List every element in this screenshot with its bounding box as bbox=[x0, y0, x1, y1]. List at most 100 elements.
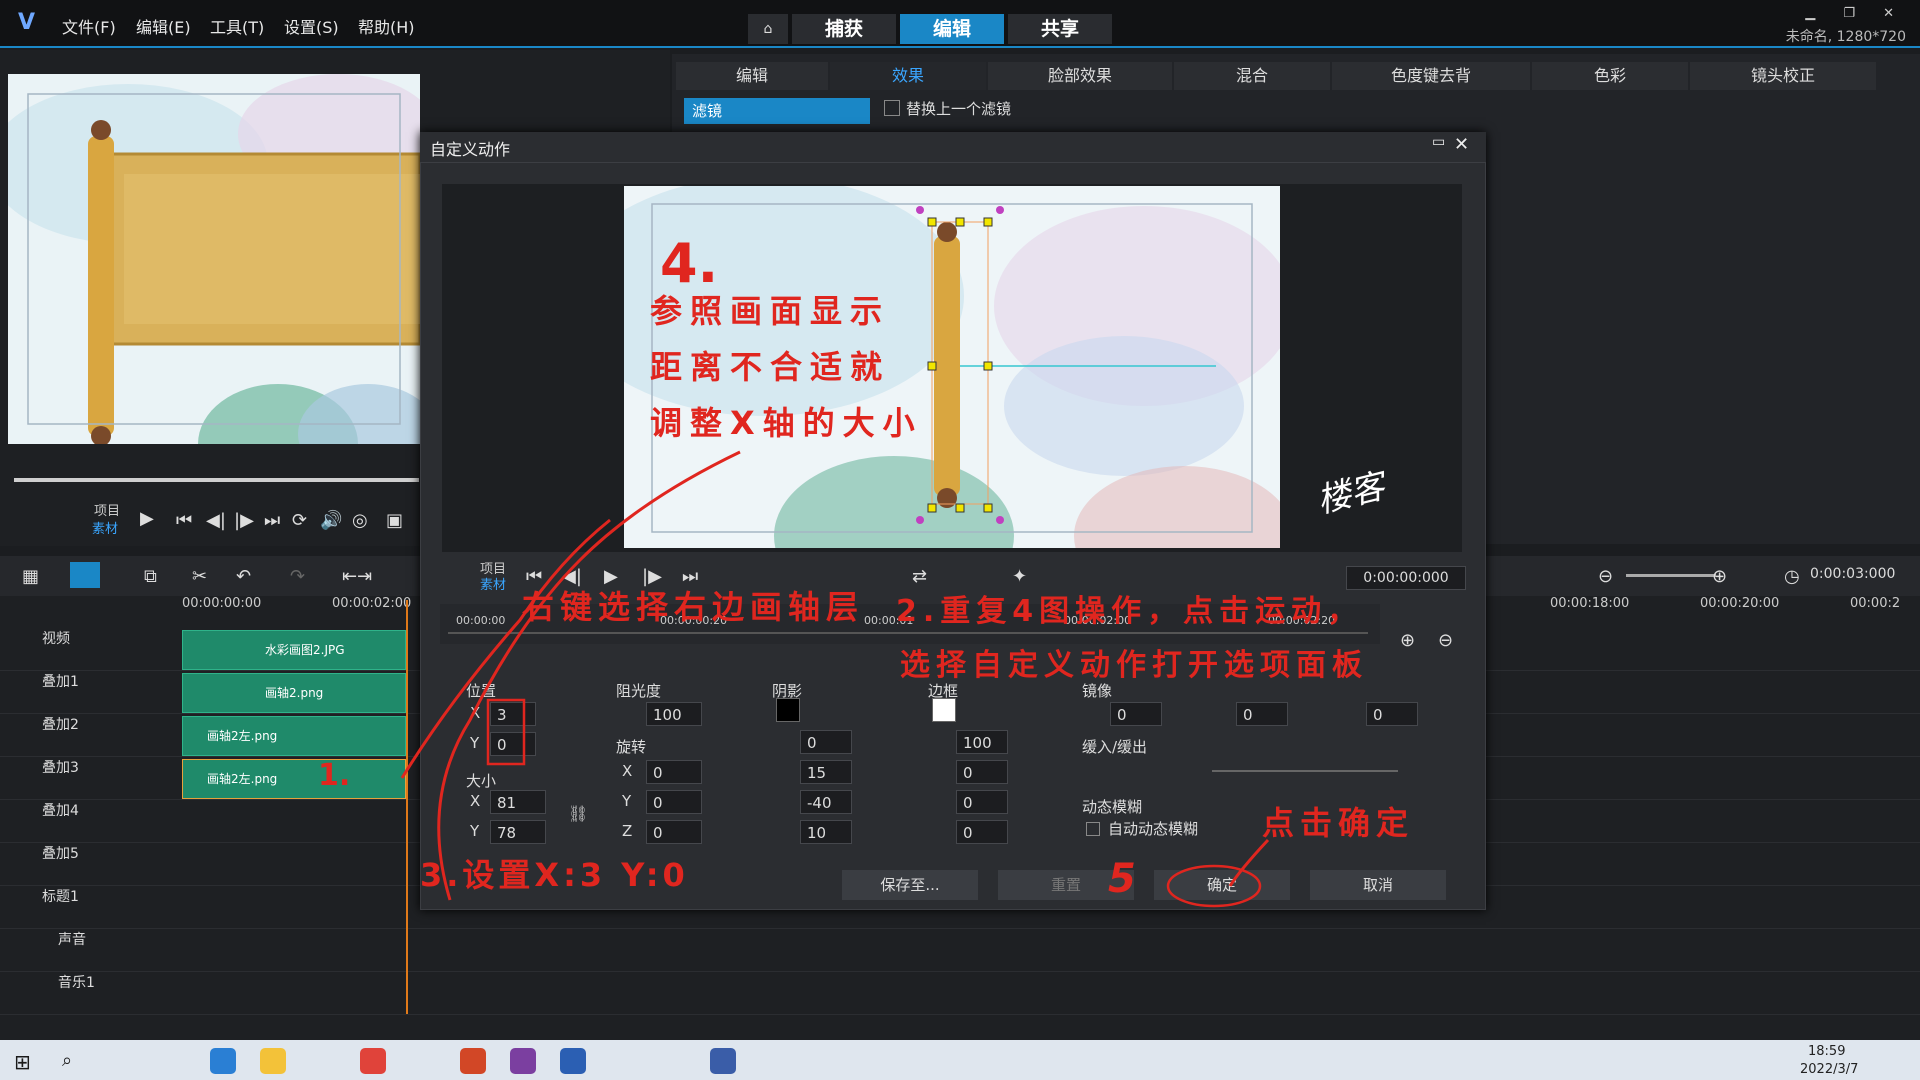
undo-icon[interactable]: ↶ bbox=[236, 566, 251, 587]
rotation-x-input[interactable]: 0 bbox=[646, 760, 702, 784]
filter-button[interactable]: 滤镜 bbox=[684, 98, 870, 124]
position-x-input[interactable]: 3 bbox=[490, 702, 536, 726]
border-input-4[interactable]: 0 bbox=[956, 820, 1008, 844]
timeline-clip[interactable]: 画轴2.png bbox=[182, 673, 406, 713]
end-icon[interactable]: ⏭ bbox=[264, 510, 280, 531]
timeline-clip[interactable]: 画轴2左.png bbox=[182, 716, 406, 756]
zoom-slider[interactable] bbox=[1626, 574, 1716, 577]
zoom-out-icon[interactable]: ⊖ bbox=[1598, 566, 1613, 587]
storyboard-view-icon[interactable]: ▦ bbox=[22, 566, 39, 587]
play-icon[interactable]: ▶ bbox=[140, 508, 154, 529]
volume-icon[interactable]: 🔊 bbox=[320, 510, 342, 531]
link-icon[interactable]: ⛓ bbox=[568, 804, 588, 823]
mirror-input-3[interactable]: 0 bbox=[1366, 702, 1418, 726]
label-project[interactable]: 项目 bbox=[94, 500, 120, 519]
annotation-step2-text: 2.重复4图操作，点击运动， bbox=[896, 594, 1364, 629]
tab-lens-correction[interactable]: 镜头校正 bbox=[1690, 62, 1876, 90]
tab-chroma-key[interactable]: 色度键去背 bbox=[1332, 62, 1530, 90]
videostudio-taskbar-icon[interactable] bbox=[710, 1048, 736, 1074]
windows-start-icon[interactable]: ⊞ bbox=[14, 1050, 31, 1074]
close-icon[interactable]: ✕ bbox=[1454, 134, 1469, 155]
track-label-overlay4: 叠加4 bbox=[42, 803, 79, 819]
position-y-input[interactable]: 0 bbox=[490, 732, 536, 756]
search-icon[interactable]: ⌕ bbox=[62, 1050, 72, 1071]
rotation-y-input[interactable]: 0 bbox=[646, 790, 702, 814]
dialog-label-clip[interactable]: 素材 bbox=[480, 574, 506, 593]
rotation-z-input[interactable]: 0 bbox=[646, 820, 702, 844]
mode-capture[interactable]: 捕获 bbox=[792, 14, 896, 44]
ok-button[interactable]: 确定 bbox=[1154, 870, 1290, 900]
mirror-input-2[interactable]: 0 bbox=[1236, 702, 1288, 726]
track-label-video: 视频 bbox=[42, 631, 70, 647]
window-controls[interactable]: ▁ ❐ ✕ bbox=[1805, 6, 1906, 21]
mode-share[interactable]: 共享 bbox=[1008, 14, 1112, 44]
tab-face-effect[interactable]: 脸部效果 bbox=[988, 62, 1172, 90]
border-input-1[interactable]: 100 bbox=[956, 730, 1008, 754]
replace-filter-checkbox[interactable] bbox=[884, 100, 900, 116]
fit-icon[interactable]: ⇤⇥ bbox=[342, 566, 372, 587]
border-input-3[interactable]: 0 bbox=[956, 790, 1008, 814]
dialog-title: 自定义动作 bbox=[430, 140, 511, 159]
resize-icon[interactable]: ▣ bbox=[386, 510, 403, 531]
dialog-zoom-in-icon[interactable]: ⊕ bbox=[1400, 630, 1415, 651]
cancel-button[interactable]: 取消 bbox=[1310, 870, 1446, 900]
tab-effect[interactable]: 效果 bbox=[830, 62, 986, 90]
timeline-clip[interactable]: 画轴2左.png bbox=[182, 759, 406, 799]
shadow-input-4[interactable]: 10 bbox=[800, 820, 852, 844]
chrome-icon[interactable] bbox=[360, 1048, 386, 1074]
menu-help[interactable]: 帮助(H) bbox=[358, 14, 415, 38]
dialog-zoom-out-icon[interactable]: ⊖ bbox=[1438, 630, 1453, 651]
menu-file[interactable]: 文件(F) bbox=[62, 14, 116, 38]
preview-scrub-bar[interactable] bbox=[14, 478, 419, 482]
next-frame-icon[interactable]: |▶ bbox=[234, 510, 254, 531]
zoom-in-icon[interactable]: ⊕ bbox=[1712, 566, 1727, 587]
opacity-input[interactable]: 100 bbox=[646, 702, 702, 726]
size-x-input[interactable]: 81 bbox=[490, 790, 546, 814]
ease-slider[interactable] bbox=[1212, 770, 1398, 772]
repeat-icon[interactable]: ⟳ bbox=[292, 510, 307, 531]
tools-icon[interactable]: ✂ bbox=[192, 566, 207, 587]
save-to-button[interactable]: 保存至... bbox=[842, 870, 978, 900]
border-input-2[interactable]: 0 bbox=[956, 760, 1008, 784]
edge-icon[interactable] bbox=[210, 1048, 236, 1074]
shadow-input-1[interactable]: 0 bbox=[800, 730, 852, 754]
tab-color[interactable]: 色彩 bbox=[1532, 62, 1688, 90]
360-icon[interactable]: ◎ bbox=[352, 510, 368, 531]
label-clip[interactable]: 素材 bbox=[92, 518, 118, 537]
powerpoint-icon[interactable] bbox=[460, 1048, 486, 1074]
shadow-input-3[interactable]: -40 bbox=[800, 790, 852, 814]
size-label: 大小 bbox=[466, 772, 497, 790]
dialog-keyframe-icon[interactable]: ✦ bbox=[1012, 566, 1027, 587]
mirror-input-1[interactable]: 0 bbox=[1110, 702, 1162, 726]
redo-icon[interactable]: ↷ bbox=[290, 566, 305, 587]
timeline-view-icon[interactable] bbox=[70, 562, 100, 588]
track-label-title1: 标题1 bbox=[42, 889, 79, 905]
maximize-icon[interactable]: ▭ bbox=[1432, 134, 1445, 150]
auto-motion-blur-checkbox[interactable] bbox=[1086, 822, 1100, 836]
copy-icon[interactable]: ⧉ bbox=[144, 566, 157, 587]
timeline-clip[interactable]: 水彩画图2.JPG bbox=[182, 630, 406, 670]
word-icon[interactable] bbox=[560, 1048, 586, 1074]
border-color-swatch[interactable] bbox=[932, 698, 956, 722]
folder-icon[interactable] bbox=[260, 1048, 286, 1074]
shadow-input-2[interactable]: 15 bbox=[800, 760, 852, 784]
home-icon[interactable]: ⌂ bbox=[748, 14, 788, 44]
preview-image bbox=[8, 74, 420, 444]
start-icon[interactable]: ⏮ bbox=[176, 510, 192, 531]
mode-edit[interactable]: 编辑 bbox=[900, 14, 1004, 44]
clock-time[interactable]: 18:59 bbox=[1808, 1044, 1845, 1059]
annotation-step1-number: 1. bbox=[318, 758, 351, 793]
clock-date[interactable]: 2022/3/7 bbox=[1800, 1062, 1858, 1077]
menu-tools[interactable]: 工具(T) bbox=[210, 14, 264, 38]
tab-edit[interactable]: 编辑 bbox=[676, 62, 828, 90]
prev-frame-icon[interactable]: ◀| bbox=[206, 510, 226, 531]
playhead[interactable] bbox=[406, 600, 408, 1014]
menu-edit[interactable]: 编辑(E) bbox=[136, 14, 191, 38]
onenote-icon[interactable] bbox=[510, 1048, 536, 1074]
tab-blend[interactable]: 混合 bbox=[1174, 62, 1330, 90]
shadow-color-swatch[interactable] bbox=[776, 698, 800, 722]
dialog-swap-icon[interactable]: ⇄ bbox=[912, 566, 927, 587]
dialog-timecode[interactable]: 0:00:00:000 bbox=[1346, 566, 1466, 590]
menu-settings[interactable]: 设置(S) bbox=[284, 14, 339, 38]
size-y-input[interactable]: 78 bbox=[490, 820, 546, 844]
